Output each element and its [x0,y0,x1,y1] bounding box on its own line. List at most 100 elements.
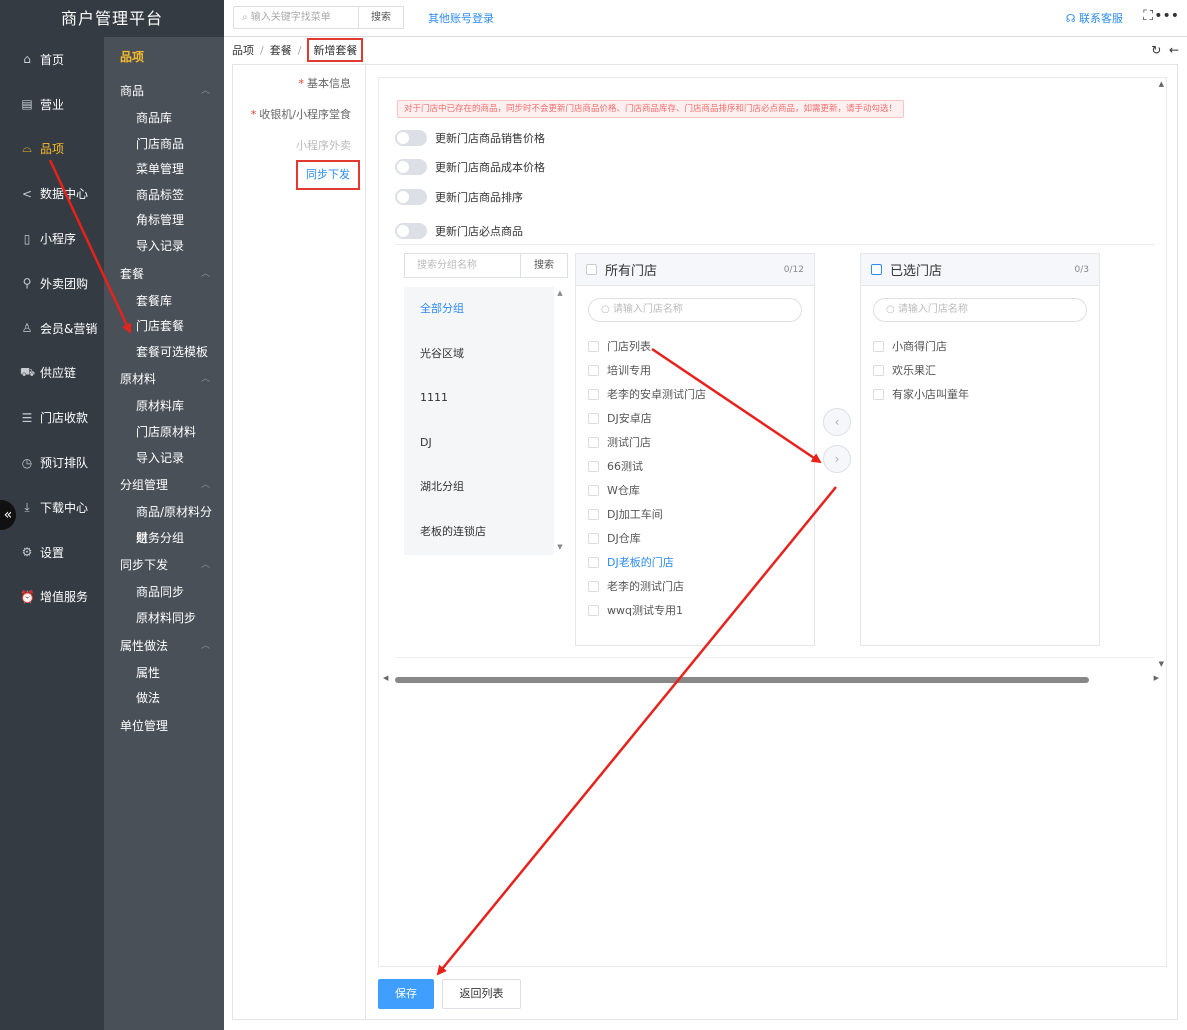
store-option[interactable]: 门店列表 [576,334,814,358]
move-right-button[interactable]: › [823,445,851,473]
nav-business[interactable]: ▤ 营业 [0,82,104,127]
switch-sale-price[interactable]: 更新门店商品销售价格 [395,130,545,146]
store-option[interactable]: DJ老板的门店 [576,550,814,574]
nav-menu-management[interactable]: 菜单管理 [104,157,224,183]
store-option[interactable]: 测试门店 [576,430,814,454]
scroll-left-icon[interactable]: ◀ [383,674,388,682]
step-takeout[interactable]: 小程序外卖 [296,137,351,153]
toggle-switch[interactable] [395,159,427,175]
group-list-scrollbar[interactable]: ▲ ▼ [554,287,566,555]
move-left-button[interactable]: ‹ [823,408,851,436]
group-item[interactable]: 湖北分组 [404,465,554,510]
step-pos-dine-in[interactable]: * 收银机/小程序堂食 [251,106,351,122]
nav-goods-sync[interactable]: 商品同步 [104,580,224,606]
nav-attributes[interactable]: 属性 [104,661,224,687]
nav-mini-program[interactable]: ▯ 小程序 [0,216,104,261]
switch-required-goods[interactable]: 更新门店必点商品 [395,223,523,239]
checkbox[interactable] [588,604,599,616]
back-to-list-button[interactable]: 返回列表 [442,979,521,1009]
refresh-icon[interactable]: ↻ [1151,43,1161,57]
nav-import-records[interactable]: 导入记录 [104,234,224,260]
nav-settings[interactable]: ⚙ 设置 [0,530,104,575]
store-option[interactable]: wwq测试专用1 [576,598,814,622]
horizontal-scrollbar[interactable]: ◀ ▶ [383,674,1159,686]
checkbox[interactable] [873,340,884,352]
checkbox[interactable] [588,556,599,568]
toggle-switch[interactable] [395,130,427,146]
checkbox[interactable] [588,340,599,352]
store-option[interactable]: DJ加工车间 [576,502,814,526]
nav-goods-library[interactable]: 商品库 [104,106,224,132]
contact-support-link[interactable]: ☊ 联系客服 [1066,10,1123,26]
nav-store-combo[interactable]: 门店套餐 [104,314,224,340]
checkbox[interactable] [588,532,599,544]
step-sync-row[interactable]: 同步下发 [233,160,364,190]
breadcrumb-item[interactable]: 品项 [232,42,254,58]
back-arrow-icon[interactable]: ← [1169,43,1179,57]
scroll-up-icon[interactable]: ▲ [1159,80,1164,88]
store-option[interactable]: 老李的测试门店 [576,574,814,598]
store-option[interactable]: 66测试 [576,454,814,478]
group-item[interactable]: 老板的连锁店 [404,510,554,555]
fullscreen-icon[interactable]: ⛶ [1143,8,1153,24]
nav-supply-chain[interactable]: ⛟ 供应链 [0,351,104,396]
checkbox[interactable] [873,364,884,376]
nav-material-import-records[interactable]: 导入记录 [104,446,224,472]
all-stores-search-input[interactable]: ○ 请输入门店名称 [588,298,802,322]
nav-reservation[interactable]: ◷ 预订排队 [0,440,104,485]
nav-goods-tags[interactable]: 商品标签 [104,183,224,209]
nav-members[interactable]: ♙ 会员&营销 [0,306,104,351]
store-option[interactable]: W仓库 [576,478,814,502]
checkbox[interactable] [588,388,599,400]
checkbox[interactable] [873,388,884,400]
checkbox[interactable] [588,484,599,496]
toggle-switch[interactable] [395,223,427,239]
select-all-checkbox[interactable] [586,264,597,275]
nav-home[interactable]: ⌂ 首页 [0,37,104,82]
more-icon[interactable]: ••• [1154,8,1179,24]
nav-goods-material-groups[interactable]: 商品/原材料分组 [104,500,224,545]
menu-search-button[interactable]: 搜索 [358,6,404,29]
breadcrumb-item[interactable]: 套餐 [270,42,292,58]
group-search-button[interactable]: 搜索 [520,253,568,278]
toggle-switch[interactable] [395,189,427,205]
nav-material-library[interactable]: 原材料库 [104,394,224,420]
store-option[interactable]: DJ安卓店 [576,406,814,430]
checkbox[interactable] [588,508,599,520]
selected-store-option[interactable]: 有家小店叫童年 [861,382,1099,406]
nav-store-payment[interactable]: ☰ 门店收款 [0,395,104,440]
group-search-input[interactable]: 搜索分组名称 [404,253,521,278]
selected-store-option[interactable]: 欢乐果汇 [861,358,1099,382]
nav-store-goods[interactable]: 门店商品 [104,132,224,158]
scrollbar-thumb[interactable] [395,677,1089,683]
scroll-down-icon[interactable]: ▼ [1159,660,1164,668]
selected-store-option[interactable]: 小商得门店 [861,334,1099,358]
nav-material-sync[interactable]: 原材料同步 [104,606,224,632]
group-item[interactable]: 全部分组 [404,287,554,332]
group-item[interactable]: 1111 [404,376,554,421]
step-basic-info[interactable]: * 基本信息 [299,75,352,91]
other-account-login-link[interactable]: 其他账号登录 [428,10,494,26]
nav-combo-template[interactable]: 套餐可选模板 [104,340,224,366]
nav-combo-library[interactable]: 套餐库 [104,289,224,315]
nav-data-center[interactable]: < 数据中心 [0,171,104,216]
checkbox[interactable] [588,412,599,424]
nav-group-sync[interactable]: 同步下发 ︿ [104,551,224,580]
nav-group-goods[interactable]: 商品 ︿ [104,77,224,106]
group-item[interactable]: 光谷区域 [404,332,554,377]
nav-unit-management[interactable]: 单位管理 [104,712,224,741]
selected-stores-search-input[interactable]: ○ 请输入门店名称 [873,298,1087,322]
nav-group-materials[interactable]: 原材料 ︿ [104,365,224,394]
menu-search-input[interactable]: ⌕ 输入关键字找菜单 [233,6,359,29]
step-sync[interactable]: 同步下发 [296,160,360,190]
nav-badge-management[interactable]: 角标管理 [104,208,224,234]
checkbox[interactable] [588,460,599,472]
switch-sort[interactable]: 更新门店商品排序 [395,189,523,205]
save-button[interactable]: 保存 [378,979,434,1009]
nav-download[interactable]: ⤓ 下载中心 [0,485,104,530]
store-option[interactable]: 老李的安卓测试门店 [576,382,814,406]
group-item[interactable]: DJ [404,421,554,466]
switch-cost-price[interactable]: 更新门店商品成本价格 [395,159,545,175]
nav-group-attributes[interactable]: 属性做法 ︿ [104,632,224,661]
checkbox[interactable] [588,364,599,376]
